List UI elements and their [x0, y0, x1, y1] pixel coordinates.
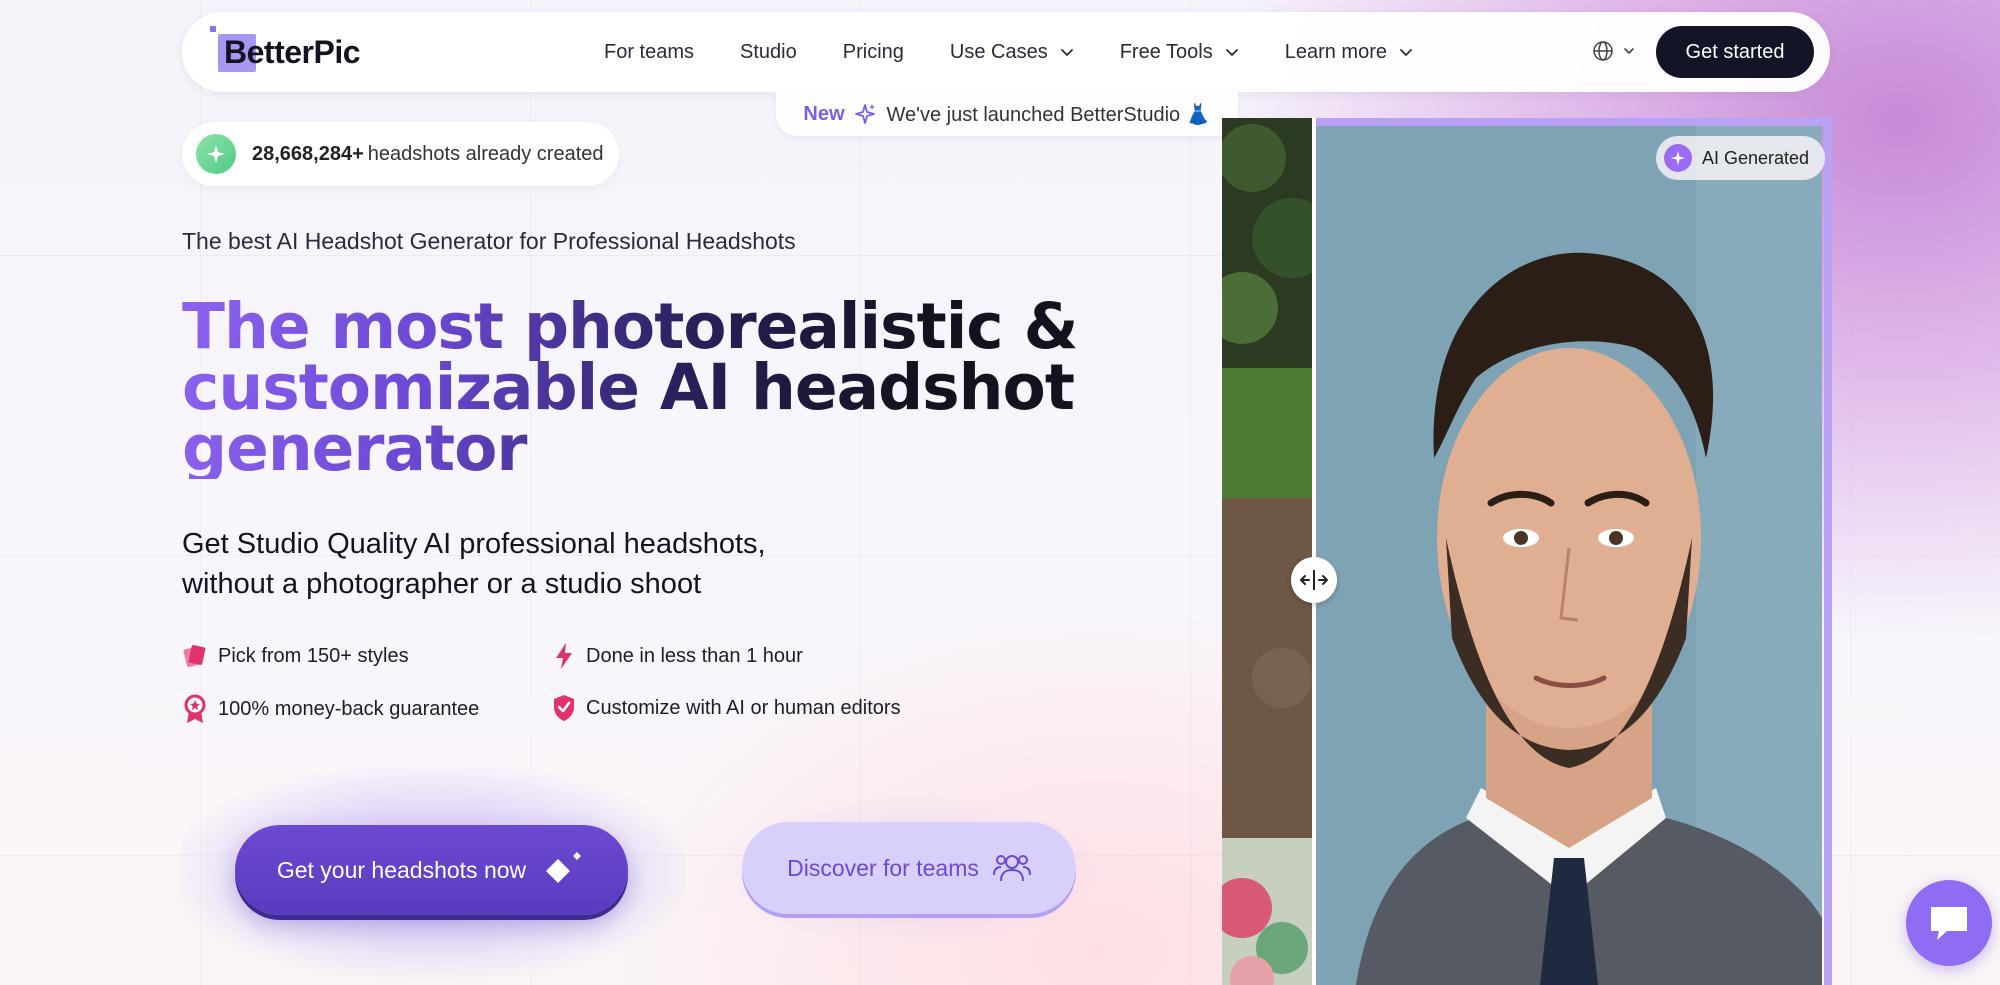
logo-dot [210, 26, 216, 32]
nav-label: Studio [740, 40, 797, 63]
badge-icon [184, 694, 206, 723]
discover-teams-button[interactable]: Discover for teams [742, 822, 1076, 914]
headshot-counter: 28,668,284+ headshots already created [182, 122, 619, 186]
comparison-slider-handle[interactable] [1291, 557, 1337, 603]
before-photo [1222, 118, 1314, 985]
nav-item-use-cases[interactable]: Use Cases [950, 41, 1074, 64]
get-started-button[interactable]: Get started [1656, 26, 1814, 78]
brand-name: BetterPic [224, 33, 361, 70]
get-headshots-button[interactable]: Get your headshots now [235, 825, 628, 915]
feature-item: Customize with AI or human editors [552, 694, 901, 722]
arrows-horizontal-icon [1300, 570, 1328, 590]
before-after-comparison[interactable]: AI Generated [1222, 118, 1832, 985]
hero-kicker: The best AI Headshot Generator for Profe… [182, 228, 796, 254]
feature-text: 100% money-back guarantee [218, 697, 480, 720]
sparkle-icon [1664, 144, 1692, 172]
main-nav: For teams Studio Pricing Use Cases Free … [604, 12, 1459, 92]
cta-label: Get your headshots now [276, 856, 527, 883]
sparkle-icon [196, 134, 236, 174]
chat-icon [1931, 907, 1967, 940]
feature-item: Pick from 150+ styles [182, 642, 409, 670]
feature-text: Done in less than 1 hour [586, 644, 803, 667]
cta-label: Discover for teams [787, 854, 979, 881]
nav-item-for-teams[interactable]: For teams [604, 41, 694, 64]
feature-item: 100% money-back guarantee [182, 694, 479, 724]
globe-icon [1593, 41, 1613, 61]
comparison-divider[interactable] [1312, 118, 1316, 985]
chevron-down-icon [1225, 49, 1238, 56]
styles-icon [183, 645, 206, 668]
counter-text: headshots already created [367, 142, 604, 165]
chat-support-button[interactable] [1906, 880, 1992, 966]
brand-logo[interactable]: BetterPic [210, 26, 361, 78]
team-icon [992, 855, 1031, 882]
nav-label: Free Tools [1119, 40, 1213, 63]
lightning-icon [556, 643, 572, 669]
subhead-line-1: Get Studio Quality AI professional heads… [182, 528, 766, 560]
hero-subhead: Get Studio Quality AI professional heads… [182, 524, 882, 604]
ai-generated-badge: AI Generated [1656, 136, 1826, 180]
nav-item-learn-more[interactable]: Learn more [1285, 41, 1413, 64]
announcement-banner[interactable]: New We've just launched BetterStudio 👗 [776, 92, 1238, 136]
badge-label: AI Generated [1702, 147, 1810, 168]
chevron-down-icon [1060, 49, 1073, 56]
chevron-down-icon [1624, 48, 1634, 55]
top-navbar: BetterPic For teams Studio Pricing Use C… [182, 12, 1830, 92]
feature-text: Pick from 150+ styles [218, 644, 409, 667]
nav-label: Learn more [1284, 40, 1387, 63]
sparkle-icon [854, 104, 875, 124]
nav-item-pricing[interactable]: Pricing [843, 41, 904, 64]
language-selector[interactable] [1592, 40, 1636, 62]
nav-label: Pricing [842, 40, 904, 63]
nav-label: Use Cases [949, 40, 1048, 63]
shield-check-icon [554, 695, 574, 721]
feature-text: Customize with AI or human editors [586, 696, 901, 719]
sparkle-diamond-icon [546, 852, 582, 883]
nav-label: For teams [604, 40, 695, 63]
new-tag: New [803, 102, 845, 125]
chevron-down-icon [1400, 49, 1412, 56]
after-photo [1316, 118, 1822, 985]
subhead-line-2: without a photographer or a studio shoot [182, 568, 702, 600]
feature-item: Done in less than 1 hour [552, 642, 803, 670]
counter-number: 28,668,284+ [252, 142, 364, 165]
announcement-text: We've just launched BetterStudio 👗 [886, 103, 1211, 126]
nav-item-studio[interactable]: Studio [740, 41, 797, 64]
hero-headline: The most photorealistic & customizable A… [182, 295, 1082, 480]
nav-item-free-tools[interactable]: Free Tools [1120, 41, 1239, 64]
